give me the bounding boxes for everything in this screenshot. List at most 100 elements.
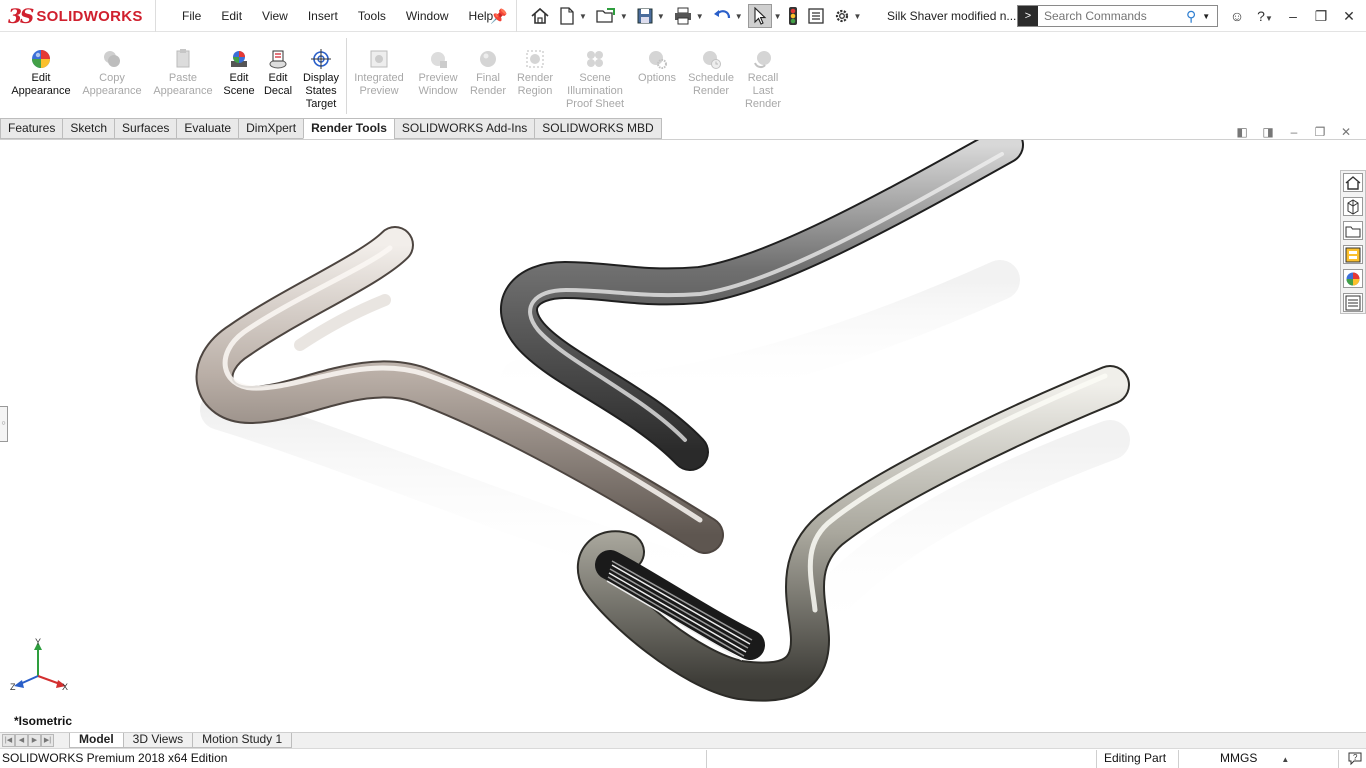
open-button[interactable]: ▼ — [592, 4, 631, 28]
schedule-render-button[interactable]: Schedule Render — [684, 48, 738, 98]
edition-label: SOLIDWORKS Premium 2018 x64 Edition — [2, 751, 228, 765]
taskpane-appearances[interactable] — [1343, 269, 1363, 288]
unit-system-selector[interactable]: MMGS ▲ — [1220, 751, 1289, 765]
close-icon[interactable]: ✕ — [1338, 8, 1360, 25]
render-options-icon — [649, 51, 667, 69]
taskpane-parts-library[interactable] — [1343, 197, 1363, 216]
editing-mode-label: Editing Part — [1104, 751, 1167, 765]
print-button[interactable]: ▼ — [670, 4, 707, 28]
last-tab-icon[interactable]: ▶| — [41, 734, 54, 747]
feature-manager-collapse-handle[interactable]: ○ — [0, 406, 8, 442]
recall-last-render-button[interactable]: Recall Last Render — [742, 48, 784, 111]
user-icon[interactable]: ☺ — [1226, 8, 1248, 24]
tile-left-icon[interactable]: ◧ — [1234, 124, 1250, 140]
first-tab-icon[interactable]: |◀ — [2, 734, 15, 747]
solidworks-logo[interactable]: 3S SOLIDWORKS — [8, 0, 156, 32]
minimize-icon[interactable]: – — [1282, 8, 1304, 24]
shaver-model-render[interactable] — [0, 140, 1340, 732]
menu-insert[interactable]: Insert — [298, 9, 348, 23]
new-document-button[interactable]: ▼ — [555, 4, 590, 28]
chevron-down-icon[interactable]: ▼ — [774, 12, 782, 21]
help-icon[interactable]: ?▼ — [1254, 8, 1276, 24]
final-render-label: Final Render — [469, 72, 507, 97]
options-button[interactable]: ▼ — [830, 4, 865, 28]
save-icon — [637, 8, 653, 24]
chevron-down-icon[interactable]: ▼ — [1202, 12, 1210, 21]
copy-appearance-button[interactable]: Copy Appearance — [80, 48, 144, 98]
render-options-button[interactable]: Options — [634, 48, 680, 85]
chevron-down-icon[interactable]: ▼ — [620, 12, 628, 21]
menu-tools[interactable]: Tools — [348, 9, 396, 23]
tab-evaluate[interactable]: Evaluate — [176, 118, 239, 139]
quick-tips-icon[interactable]: ? — [1347, 750, 1363, 768]
edit-appearance-button[interactable]: Edit Appearance — [8, 48, 74, 98]
scene-illumination-proof-sheet-button[interactable]: Scene Illumination Proof Sheet — [562, 48, 628, 111]
tab-solidworks-mbd[interactable]: SOLIDWORKS MBD — [534, 118, 662, 139]
menu-file[interactable]: File — [172, 9, 211, 23]
integrated-preview-button[interactable]: Integrated Preview — [350, 48, 408, 98]
next-tab-icon[interactable]: ▶ — [28, 734, 41, 747]
chevron-down-icon[interactable]: ▼ — [854, 12, 862, 21]
prev-tab-icon[interactable]: ◀ — [15, 734, 28, 747]
appearances-icon — [1346, 272, 1360, 285]
paste-appearance-label: Paste Appearance — [153, 72, 213, 97]
preview-window-icon — [431, 52, 447, 68]
tab-solidworks-add-ins[interactable]: SOLIDWORKS Add-Ins — [393, 118, 535, 139]
preview-window-button[interactable]: Preview Window — [412, 48, 464, 98]
task-pane — [1340, 170, 1366, 314]
ds-logo-icon: 3S — [8, 4, 34, 28]
graphics-area[interactable]: ○ Y X Z *Isometric — [0, 140, 1366, 732]
search-input[interactable] — [1044, 9, 1184, 23]
tab-render-tools[interactable]: Render Tools — [303, 118, 394, 139]
tab-dimxpert[interactable]: DimXpert — [238, 118, 304, 139]
menu-bar: File Edit View Insert Tools Window Help — [172, 0, 503, 32]
restore-icon[interactable]: ❐ — [1310, 8, 1332, 25]
taskpane-view-palette[interactable] — [1343, 245, 1363, 264]
chevron-down-icon[interactable]: ▼ — [735, 12, 743, 21]
triad-label-y: Y — [35, 638, 41, 647]
command-prompt-icon[interactable]: > — [1018, 6, 1038, 26]
menu-edit[interactable]: Edit — [211, 9, 252, 23]
doc-restore-icon[interactable]: ❐ — [1312, 124, 1328, 140]
render-region-button[interactable]: Render Region — [514, 48, 556, 98]
undo-button[interactable]: ▼ — [709, 4, 746, 28]
tab-sketch[interactable]: Sketch — [62, 118, 115, 139]
tab-3d-views[interactable]: 3D Views — [122, 733, 193, 748]
save-button[interactable]: ▼ — [633, 4, 668, 28]
chevron-down-icon[interactable]: ▼ — [657, 12, 665, 21]
taskpane-home[interactable] — [1343, 173, 1363, 192]
final-render-button[interactable]: Final Render — [468, 48, 508, 98]
command-manager: Edit Appearance Copy Appearance Paste Ap… — [0, 32, 1366, 117]
tab-surfaces[interactable]: Surfaces — [114, 118, 177, 139]
svg-text:?: ? — [1353, 753, 1358, 762]
taskpane-custom-properties[interactable] — [1343, 293, 1363, 312]
tile-right-icon[interactable]: ◨ — [1260, 124, 1276, 140]
integrated-preview-label: Integrated Preview — [354, 72, 404, 97]
tab-model[interactable]: Model — [69, 733, 123, 748]
doc-minimize-icon[interactable]: – — [1286, 124, 1302, 140]
edit-decal-button[interactable]: Edit Decal — [262, 48, 294, 98]
solidworks-window: 3S SOLIDWORKS File Edit View Insert Tool… — [0, 0, 1366, 768]
rebuild-button[interactable] — [784, 4, 802, 28]
chevron-down-icon[interactable]: ▼ — [696, 12, 704, 21]
tab-motion-study-1[interactable]: Motion Study 1 — [192, 733, 293, 748]
file-properties-button[interactable] — [804, 4, 828, 28]
display-states-target-button[interactable]: Display States Target — [298, 48, 344, 111]
triad-label-x: X — [62, 682, 68, 692]
taskpane-file-explorer[interactable] — [1343, 221, 1363, 240]
doc-close-icon[interactable]: ✕ — [1338, 124, 1354, 140]
menu-view[interactable]: View — [252, 9, 298, 23]
search-commands: > ⚲ ▼ — [1017, 5, 1218, 27]
menu-window[interactable]: Window — [396, 9, 459, 23]
select-icon — [754, 7, 766, 25]
view-palette-icon — [1345, 247, 1361, 262]
select-button[interactable] — [747, 4, 772, 28]
document-window-controls: ◧ ◨ – ❐ ✕ — [1234, 124, 1354, 140]
search-icon[interactable]: ⚲ — [1186, 8, 1196, 25]
home-button[interactable] — [527, 4, 553, 28]
edit-scene-button[interactable]: Edit Scene — [222, 48, 256, 98]
chevron-down-icon[interactable]: ▼ — [579, 12, 587, 21]
paste-appearance-button[interactable]: Paste Appearance — [150, 48, 216, 98]
pin-menu-icon[interactable]: 📌 — [490, 8, 507, 25]
tab-features[interactable]: Features — [0, 118, 63, 139]
